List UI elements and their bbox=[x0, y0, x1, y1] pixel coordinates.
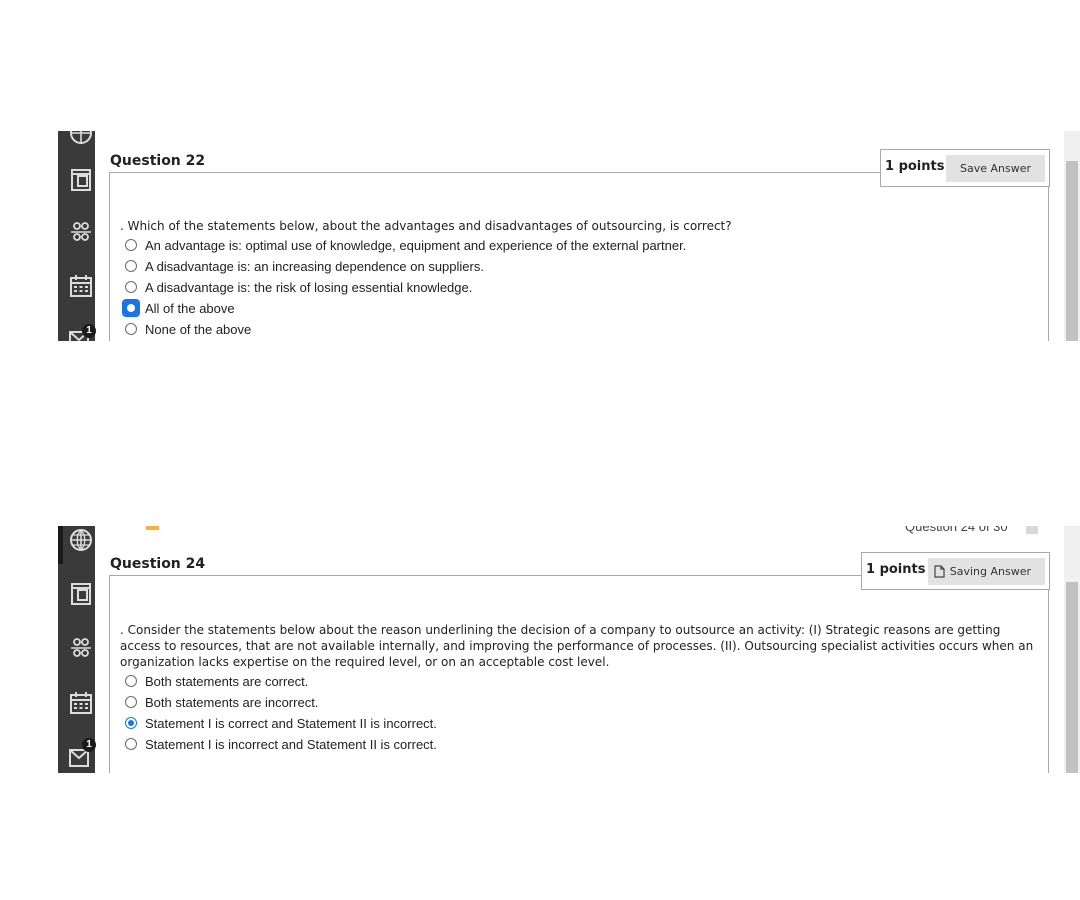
saving-answer-button[interactable]: Saving Answer bbox=[927, 558, 1045, 585]
calendar-icon[interactable] bbox=[69, 691, 93, 715]
radio-button[interactable] bbox=[125, 738, 137, 750]
radio-button[interactable] bbox=[125, 323, 137, 335]
answer-option[interactable]: Statement I is incorrect and Statement I… bbox=[125, 735, 437, 753]
vertical-scrollbar[interactable] bbox=[1064, 131, 1080, 341]
groups-icon[interactable] bbox=[69, 636, 93, 660]
question-text: . Consider the statements below about th… bbox=[120, 623, 1034, 669]
question-title: Question 22 bbox=[110, 153, 206, 169]
globe-icon[interactable] bbox=[69, 131, 93, 145]
saving-answer-label: Saving Answer bbox=[949, 565, 1031, 578]
active-nav-indicator bbox=[58, 526, 63, 564]
answer-option[interactable]: A disadvantage is: an increasing depende… bbox=[125, 257, 484, 275]
answer-option-label: All of the above bbox=[145, 300, 235, 316]
next-page-button[interactable] bbox=[1026, 526, 1038, 534]
globe-icon[interactable] bbox=[69, 528, 93, 552]
answer-option[interactable]: None of the above bbox=[125, 320, 251, 338]
content-icon[interactable] bbox=[69, 582, 93, 606]
document-icon bbox=[934, 565, 945, 578]
radio-button[interactable] bbox=[125, 260, 137, 272]
screenshot-panel-question-24: 1 Question 24 of 30 Question 24 1 points… bbox=[0, 526, 1080, 773]
course-nav-sidebar: 1 bbox=[58, 131, 96, 341]
vertical-scrollbar[interactable] bbox=[1064, 526, 1080, 773]
points-label: 1 points bbox=[885, 159, 945, 174]
answer-option-label: Both statements are incorrect. bbox=[145, 694, 319, 710]
answer-option-selected[interactable]: Statement I is correct and Statement II … bbox=[125, 714, 437, 732]
answer-option-label: Both statements are correct. bbox=[145, 673, 309, 689]
answer-option[interactable]: Both statements are incorrect. bbox=[125, 693, 318, 711]
answer-option[interactable]: An advantage is: optimal use of knowledg… bbox=[125, 236, 686, 254]
question-title: Question 24 bbox=[110, 556, 206, 572]
calendar-icon[interactable] bbox=[69, 274, 93, 298]
answer-option-label: A disadvantage is: an increasing depende… bbox=[145, 258, 484, 274]
points-box: 1 points Saving Answer bbox=[861, 552, 1050, 590]
answer-option[interactable]: A disadvantage is: the risk of losing es… bbox=[125, 278, 472, 296]
points-label: 1 points bbox=[866, 562, 926, 577]
answer-option-label: An advantage is: optimal use of knowledg… bbox=[145, 237, 687, 253]
scrollbar-thumb[interactable] bbox=[1066, 582, 1078, 773]
answer-option[interactable]: Both statements are correct. bbox=[125, 672, 308, 690]
radio-button-selected[interactable] bbox=[125, 717, 137, 729]
answer-option-label: Statement I is correct and Statement II … bbox=[145, 715, 437, 731]
points-box: 1 points Save Answer bbox=[880, 149, 1050, 187]
radio-button[interactable] bbox=[125, 675, 137, 687]
content-icon[interactable] bbox=[69, 168, 93, 192]
answer-option-selected[interactable]: All of the above bbox=[122, 299, 235, 317]
messages-count-badge: 1 bbox=[82, 738, 96, 752]
radio-button[interactable] bbox=[125, 281, 137, 293]
question-text: . Which of the statements below, about t… bbox=[120, 219, 732, 233]
radio-button[interactable] bbox=[125, 696, 137, 708]
answer-option-label: A disadvantage is: the risk of losing es… bbox=[145, 279, 473, 295]
course-nav-sidebar: 1 bbox=[58, 526, 96, 773]
document-icon bbox=[146, 526, 159, 530]
save-answer-button[interactable]: Save Answer bbox=[945, 155, 1045, 182]
answer-option-label: Statement I is incorrect and Statement I… bbox=[145, 736, 437, 752]
radio-button-selected[interactable] bbox=[122, 299, 140, 317]
screenshot-panel-question-22: 1 Question 22 1 points Save Answer . Whi… bbox=[0, 131, 1080, 341]
scrollbar-thumb[interactable] bbox=[1066, 161, 1078, 341]
radio-button[interactable] bbox=[125, 239, 137, 251]
question-counter: Question 24 of 30 bbox=[905, 526, 1008, 534]
answer-option-label: None of the above bbox=[145, 321, 252, 337]
groups-icon[interactable] bbox=[69, 220, 93, 244]
messages-count-badge: 1 bbox=[82, 324, 96, 338]
